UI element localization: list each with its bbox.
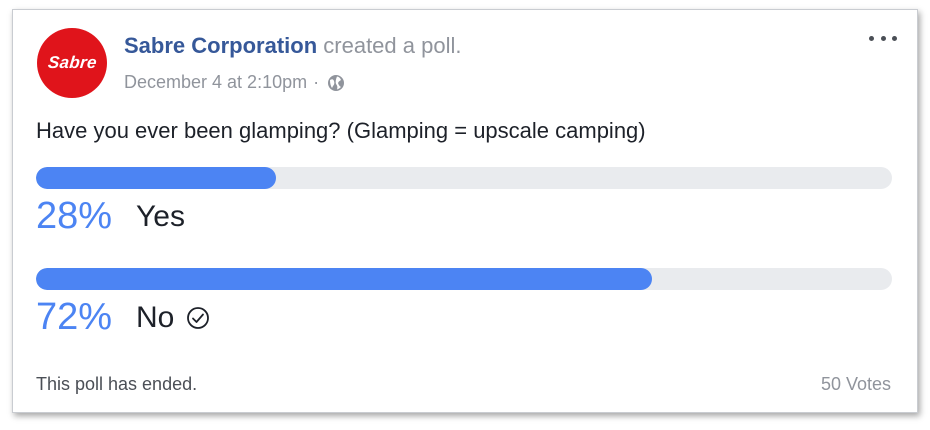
poll-bar-fill (36, 268, 653, 290)
post-meta: December 4 at 2:10pm · (124, 72, 345, 93)
poll-option-row: 28% Yes (36, 195, 892, 238)
post-timestamp[interactable]: December 4 at 2:10pm (124, 72, 307, 93)
option-percent: 72% (36, 296, 113, 338)
poll-question: Have you ever been glamping? (Glamping =… (36, 118, 646, 143)
meta-separator: · (313, 72, 320, 92)
vote-count[interactable]: 50 Votes (821, 374, 891, 395)
poll-option-yes[interactable]: 28% Yes (36, 167, 892, 238)
check-circle-icon (186, 306, 210, 330)
option-label: Yes (136, 199, 185, 233)
globe-icon[interactable] (327, 74, 345, 92)
post-header: Sabre Corporation created a poll. (124, 33, 461, 59)
poll-status: This poll has ended. (36, 374, 198, 394)
avatar-logo: Sabre (46, 53, 98, 72)
post-action: created a poll. (323, 33, 462, 58)
option-label: No (136, 300, 175, 334)
poll-post-card: Sabre Sabre Corporation created a poll. … (12, 9, 918, 413)
poll-bar-track (36, 268, 892, 290)
poll-option-row: 72% No (36, 296, 892, 339)
author-name[interactable]: Sabre Corporation (124, 33, 317, 58)
option-percent: 28% (36, 195, 113, 237)
poll-bar-track (36, 167, 892, 189)
more-options-icon[interactable] (869, 30, 897, 46)
poll-bar-fill (36, 167, 276, 189)
poll-option-no[interactable]: 72% No (36, 268, 892, 339)
avatar[interactable]: Sabre (37, 28, 107, 98)
